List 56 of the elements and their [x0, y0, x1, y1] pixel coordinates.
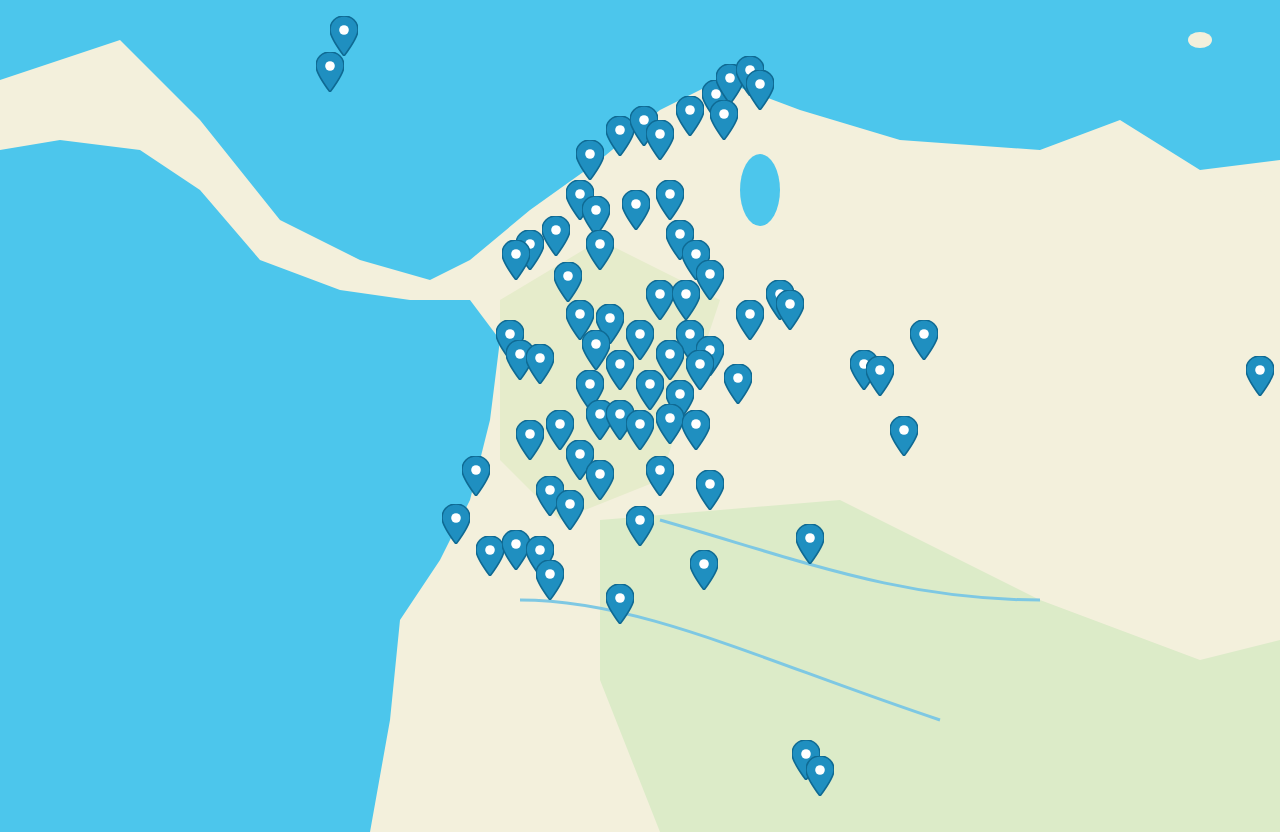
map-pin-icon[interactable]: [546, 410, 574, 450]
map-pin-icon[interactable]: [646, 120, 674, 160]
map-pin-icon[interactable]: [582, 196, 610, 236]
map-pin-icon[interactable]: [676, 96, 704, 136]
map-pin-icon[interactable]: [646, 280, 674, 320]
map-pin-icon[interactable]: [672, 280, 700, 320]
map-pin-icon[interactable]: [606, 350, 634, 390]
map-pin-icon[interactable]: [890, 416, 918, 456]
map-pin-icon[interactable]: [626, 410, 654, 450]
map-pin-icon[interactable]: [656, 340, 684, 380]
map-pin-icon[interactable]: [442, 504, 470, 544]
map-pin-icon[interactable]: [690, 550, 718, 590]
map-pin-icon[interactable]: [1246, 356, 1274, 396]
map-pin-icon[interactable]: [746, 70, 774, 110]
map-pin-icon[interactable]: [542, 216, 570, 256]
map-pin-icon[interactable]: [606, 116, 634, 156]
map-pin-icon[interactable]: [696, 260, 724, 300]
map-pin-icon[interactable]: [316, 52, 344, 92]
map-pin-icon[interactable]: [582, 330, 610, 370]
map-pin-icon[interactable]: [476, 536, 504, 576]
map-pin-icon[interactable]: [710, 100, 738, 140]
map-pin-icon[interactable]: [656, 404, 684, 444]
map-pin-icon[interactable]: [682, 410, 710, 450]
map-pin-icon[interactable]: [586, 460, 614, 500]
map-pin-icon[interactable]: [636, 370, 664, 410]
map-pin-icon[interactable]: [696, 470, 724, 510]
map-pin-icon[interactable]: [330, 16, 358, 56]
map-pin-icon[interactable]: [536, 476, 564, 516]
map-pin-icon[interactable]: [776, 290, 804, 330]
map-pin-icon[interactable]: [866, 356, 894, 396]
map-pin-icon[interactable]: [686, 350, 714, 390]
map-pin-icon[interactable]: [596, 304, 624, 344]
map-pin-icon[interactable]: [556, 490, 584, 530]
map-pin-icon[interactable]: [576, 370, 604, 410]
map-pin-icon[interactable]: [656, 180, 684, 220]
map-pin-icon[interactable]: [576, 140, 604, 180]
map-pin-icon[interactable]: [566, 440, 594, 480]
map-pin-icon[interactable]: [516, 420, 544, 460]
map-pin-icon[interactable]: [646, 456, 674, 496]
map-pin-icon[interactable]: [502, 530, 530, 570]
map-pin-icon[interactable]: [502, 240, 530, 280]
map-pin-icon[interactable]: [462, 456, 490, 496]
map-pin-icon[interactable]: [586, 230, 614, 270]
map-pin-icon[interactable]: [566, 300, 594, 340]
map-pin-icon[interactable]: [736, 300, 764, 340]
map-pin-icon[interactable]: [622, 190, 650, 230]
map-pin-icon[interactable]: [526, 344, 554, 384]
map-pin-icon[interactable]: [626, 506, 654, 546]
map-pin-icon[interactable]: [806, 756, 834, 796]
map-pin-icon[interactable]: [606, 584, 634, 624]
map-pin-icon[interactable]: [626, 320, 654, 360]
map-pin-icon[interactable]: [536, 560, 564, 600]
map-pin-icon[interactable]: [554, 262, 582, 302]
map-pin-icon[interactable]: [724, 364, 752, 404]
map-pin-icon[interactable]: [910, 320, 938, 360]
map-pin-icon[interactable]: [796, 524, 824, 564]
